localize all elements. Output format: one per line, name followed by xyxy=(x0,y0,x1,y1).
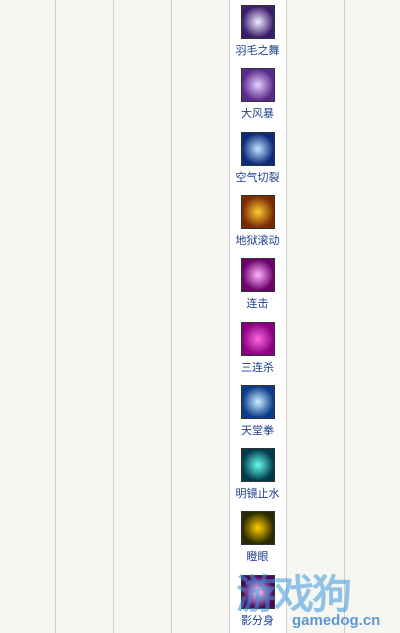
feather-dance-icon[interactable] xyxy=(240,5,275,39)
gamedog-watermark: 游戏狗 gamedog.cn xyxy=(232,560,400,633)
skill-name[interactable]: 羽毛之舞 xyxy=(229,44,286,57)
skill-item[interactable]: 连击 xyxy=(229,258,286,310)
column-divider xyxy=(55,0,56,633)
skill-name[interactable]: 天堂拳 xyxy=(229,424,286,437)
skill-item[interactable]: 大风暴 xyxy=(229,68,286,120)
column-divider xyxy=(286,0,287,633)
combo-icon[interactable] xyxy=(240,258,275,292)
skill-item[interactable]: 三连杀 xyxy=(229,322,286,374)
skill-name[interactable]: 空气切裂 xyxy=(229,171,286,184)
skill-item[interactable]: 地狱滚动 xyxy=(229,195,286,247)
calm-mirror-icon[interactable] xyxy=(240,448,275,482)
skill-name[interactable]: 地狱滚动 xyxy=(229,234,286,247)
skill-item[interactable]: 瞪眼 xyxy=(229,511,286,563)
air-slash-icon[interactable] xyxy=(240,132,275,166)
skill-item[interactable]: 羽毛之舞 xyxy=(229,5,286,57)
skill-name[interactable]: 连击 xyxy=(229,297,286,310)
skill-item[interactable]: 空气切裂 xyxy=(229,132,286,184)
hell-roll-icon[interactable] xyxy=(240,195,275,229)
skill-name[interactable]: 三连杀 xyxy=(229,361,286,374)
column-divider xyxy=(344,0,345,633)
column-divider xyxy=(113,0,114,633)
skill-item[interactable]: 天堂拳 xyxy=(229,385,286,437)
heaven-fist-icon[interactable] xyxy=(240,385,275,419)
skill-name[interactable]: 大风暴 xyxy=(229,107,286,120)
skills-table xyxy=(0,0,400,633)
triple-kill-icon[interactable] xyxy=(240,322,275,356)
glare-eye-icon[interactable] xyxy=(240,511,275,545)
skill-name[interactable]: 明镜止水 xyxy=(229,487,286,500)
big-storm-icon[interactable] xyxy=(240,68,275,102)
skill-list: 羽毛之舞 大风暴 空气切裂 地狱滚动 连击 三连杀 天堂拳 明镜止水 瞪眼 影分身 xyxy=(229,0,286,633)
skill-item[interactable]: 明镜止水 xyxy=(229,448,286,500)
watermark-url: gamedog.cn xyxy=(292,612,381,629)
column-divider xyxy=(171,0,172,633)
